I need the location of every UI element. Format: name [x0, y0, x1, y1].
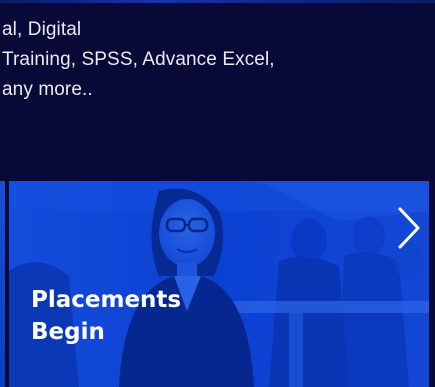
info-line-1: al, Digital [2, 19, 82, 40]
info-line-2: Training, SPSS, Advance Excel, [2, 49, 275, 70]
slide-title: Placements Begin [31, 284, 181, 348]
chevron-right-icon[interactable] [390, 205, 424, 251]
panel-top-border [0, 0, 435, 3]
course-info-panel: al, Digital Training, SPSS, Advance Exce… [0, 0, 435, 181]
slide-right-edge [429, 181, 435, 387]
slide-title-line-1: Placements [31, 287, 182, 313]
course-info-text: al, Digital Training, SPSS, Advance Exce… [2, 15, 275, 105]
page: al, Digital Training, SPSS, Advance Exce… [0, 0, 435, 387]
slide-title-line-2: Begin [31, 319, 105, 345]
info-line-3: any more.. [2, 79, 93, 100]
placements-slide-card[interactable]: Placements Begin [9, 181, 429, 387]
